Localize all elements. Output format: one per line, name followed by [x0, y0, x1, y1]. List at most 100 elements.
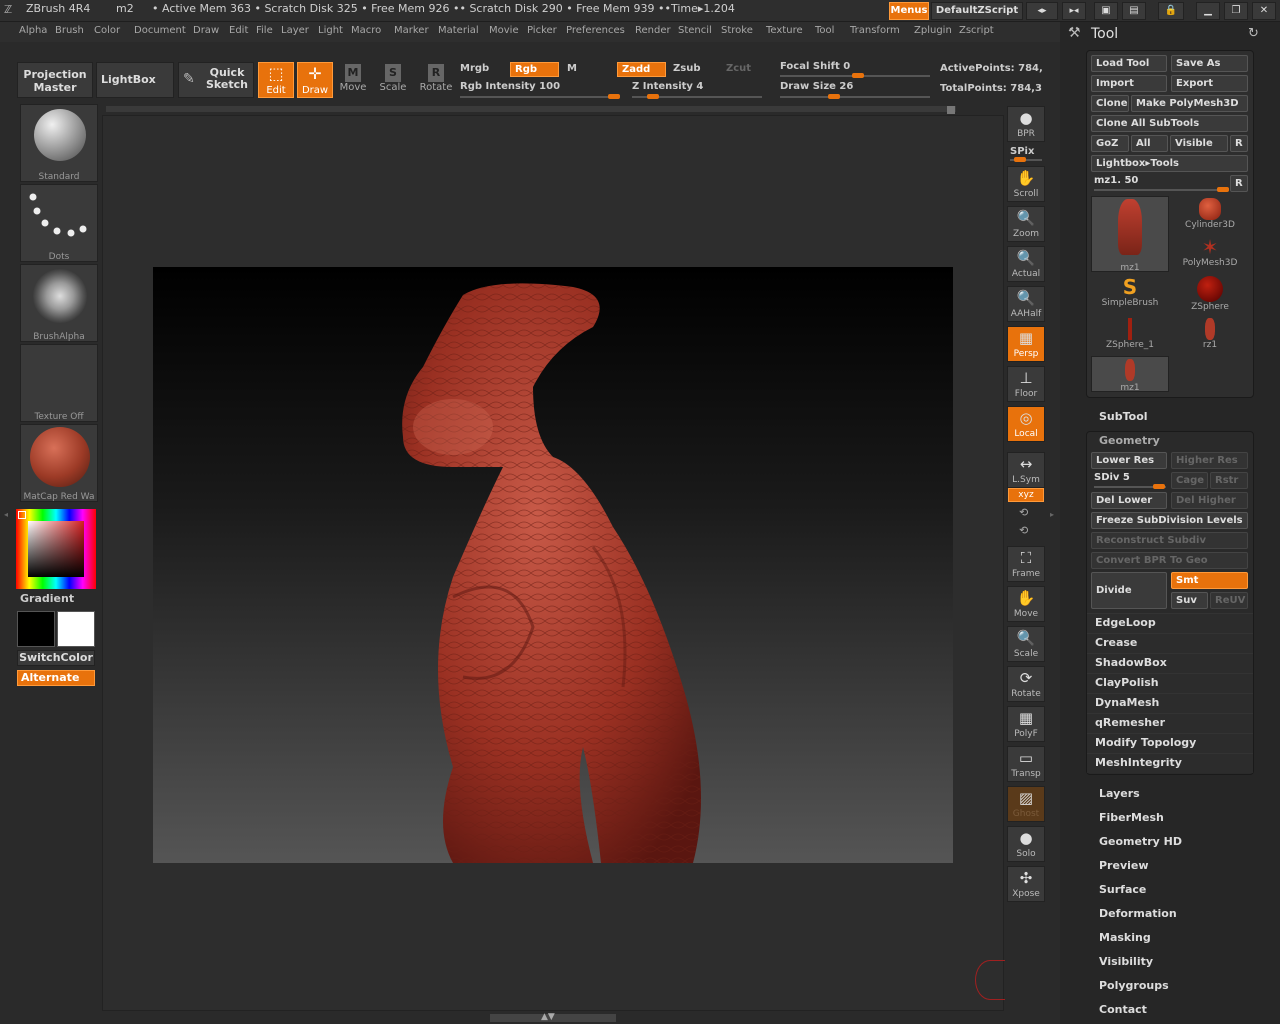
section-preview[interactable]: Preview [1099, 859, 1149, 872]
section-fibermesh[interactable]: FiberMesh [1099, 811, 1164, 824]
zsub-toggle[interactable]: Zsub [673, 63, 700, 74]
tool-thumb-mz1[interactable]: mz1 [1091, 356, 1169, 393]
del-lower-button[interactable]: Del Lower [1091, 492, 1167, 509]
tool-thumb-zsphere_1[interactable]: ZSphere_1 [1091, 316, 1169, 352]
tool-thumb-zsphere[interactable]: ZSphere [1171, 276, 1249, 312]
menu-layer[interactable]: Layer [281, 25, 309, 36]
switch-color-button[interactable]: SwitchColor [17, 650, 95, 666]
menu-zplugin[interactable]: Zplugin [914, 25, 952, 36]
load-tool-button[interactable]: Load Tool [1091, 55, 1167, 72]
main-color-swatch[interactable] [17, 611, 55, 647]
menu-color[interactable]: Color [94, 25, 120, 36]
goz-button[interactable]: GoZ [1091, 135, 1129, 152]
solo-button[interactable]: ● Solo [1007, 826, 1045, 862]
mrgb-toggle[interactable]: Mrgb [460, 63, 489, 74]
goz-all-button[interactable]: All [1131, 135, 1168, 152]
window-icon[interactable]: ▣ [1094, 2, 1118, 20]
focal-shift-knob[interactable] [852, 73, 864, 78]
draw-mode-button[interactable]: ✛ Draw [297, 62, 333, 98]
suv-toggle[interactable]: Suv [1171, 592, 1208, 609]
geometry-claypolish[interactable]: ClayPolish [1087, 673, 1253, 693]
xpose-button[interactable]: ✣ Xpose [1007, 866, 1045, 902]
menu-file[interactable]: File [256, 25, 273, 36]
menu-transform[interactable]: Transform [850, 25, 900, 36]
canvas-top-scrollbar[interactable] [106, 106, 956, 112]
move-mode-button[interactable]: M Move [338, 64, 368, 96]
menu-marker[interactable]: Marker [394, 25, 429, 36]
tool-slider[interactable] [1094, 189, 1226, 191]
clone-button[interactable]: Clone [1091, 95, 1129, 112]
collapse-right-icon[interactable]: ▸ [1050, 510, 1058, 526]
tool-slider-knob[interactable] [1217, 187, 1230, 192]
menu-zscript[interactable]: Zscript [959, 25, 994, 36]
minimize-icon[interactable]: ▁ [1196, 2, 1220, 20]
viewport-canvas[interactable] [153, 267, 953, 863]
menu-document[interactable]: Document [134, 25, 186, 36]
aahalf-button[interactable]: 🔍 AAHalf [1007, 286, 1045, 322]
quick-sketch-button[interactable]: ✎ Quick Sketch [178, 62, 254, 98]
symmetry-xyz-toggle[interactable]: xyz [1008, 488, 1044, 502]
lower-res-button[interactable]: Lower Res [1091, 452, 1167, 469]
close-icon[interactable]: ✕ [1252, 2, 1276, 20]
geometry-edgeloop[interactable]: EdgeLoop [1087, 613, 1253, 633]
ghost-button[interactable]: ▨ Ghost [1007, 786, 1045, 822]
section-surface[interactable]: Surface [1099, 883, 1146, 896]
tool-thumb-mz1[interactable]: mz1 [1091, 196, 1169, 273]
rotate-button[interactable]: ⟳ Rotate [1007, 666, 1045, 702]
section-contact[interactable]: Contact [1099, 1003, 1147, 1016]
actual-button[interactable]: 🔍 Actual [1007, 246, 1045, 282]
menu-render[interactable]: Render [635, 25, 671, 36]
l-sym-button[interactable]: ↔ L.Sym [1007, 452, 1045, 488]
make-polymesh3d-button[interactable]: Make PolyMesh3D [1131, 95, 1248, 112]
rotate-y-icon[interactable]: ⟲ [1019, 506, 1028, 519]
zcut-toggle[interactable]: Zcut [726, 63, 751, 74]
section-masking[interactable]: Masking [1099, 931, 1151, 944]
geometry-section[interactable]: Geometry [1099, 434, 1160, 447]
sdiv-knob[interactable] [1152, 484, 1165, 489]
import-button[interactable]: Import [1091, 75, 1167, 92]
tool-thumb-polymesh3d[interactable]: ✶ PolyMesh3D [1171, 236, 1249, 272]
export-button[interactable]: Export [1171, 75, 1248, 92]
draw-size-knob[interactable] [828, 94, 840, 99]
smt-toggle[interactable]: Smt [1171, 572, 1248, 589]
menu-preferences[interactable]: Preferences [566, 25, 625, 36]
menu-material[interactable]: Material [438, 25, 479, 36]
lightbox-button[interactable]: LightBox [96, 62, 174, 98]
goz-r-button[interactable]: R [1230, 135, 1248, 152]
geometry-modify-topology[interactable]: Modify Topology [1087, 733, 1253, 753]
floor-button[interactable]: ⊥ Floor [1007, 366, 1045, 402]
gradient-label[interactable]: Gradient [20, 592, 74, 605]
rstr-button[interactable]: Rstr [1210, 472, 1248, 489]
local-button[interactable]: ◎ Local [1007, 406, 1045, 442]
color-picker[interactable] [16, 509, 96, 589]
zoom-button[interactable]: 🔍 Zoom [1007, 206, 1045, 242]
section-visibility[interactable]: Visibility [1099, 955, 1153, 968]
menu-movie[interactable]: Movie [489, 25, 519, 36]
clone-all-subtools-button[interactable]: Clone All SubTools [1091, 115, 1248, 132]
color-saturation-square[interactable] [28, 521, 84, 577]
menu-texture[interactable]: Texture [766, 25, 803, 36]
section-layers[interactable]: Layers [1099, 787, 1140, 800]
rotate-mode-button[interactable]: R Rotate [418, 64, 454, 96]
draw-size-slider[interactable] [780, 96, 930, 98]
scale-mode-button[interactable]: S Scale [378, 64, 408, 96]
frame-button[interactable]: ⛶ Frame [1007, 546, 1045, 582]
menu-light[interactable]: Light [318, 25, 343, 36]
stroke-selector[interactable]: Dots [20, 184, 98, 262]
menu-tool[interactable]: Tool [815, 25, 834, 36]
tool-thumb-cylinder3d[interactable]: Cylinder3D [1171, 196, 1249, 232]
zadd-toggle[interactable]: Zadd [617, 62, 666, 77]
window-icon[interactable]: ▤ [1122, 2, 1146, 20]
bpr-button[interactable]: ● BPR [1007, 106, 1045, 142]
alpha-selector[interactable]: BrushAlpha [20, 264, 98, 342]
menu-macro[interactable]: Macro [351, 25, 381, 36]
default-zscript-button[interactable]: DefaultZScript [931, 2, 1023, 20]
scroll-button[interactable]: ✋ Scroll [1007, 166, 1045, 202]
menu-brush[interactable]: Brush [55, 25, 84, 36]
menu-alpha[interactable]: Alpha [19, 25, 47, 36]
menu-picker[interactable]: Picker [527, 25, 557, 36]
divide-button[interactable]: Divide [1091, 572, 1167, 609]
del-higher-button[interactable]: Del Higher [1171, 492, 1248, 509]
rgb-intensity-knob[interactable] [608, 94, 620, 99]
geometry-qremesher[interactable]: qRemesher [1087, 713, 1253, 733]
